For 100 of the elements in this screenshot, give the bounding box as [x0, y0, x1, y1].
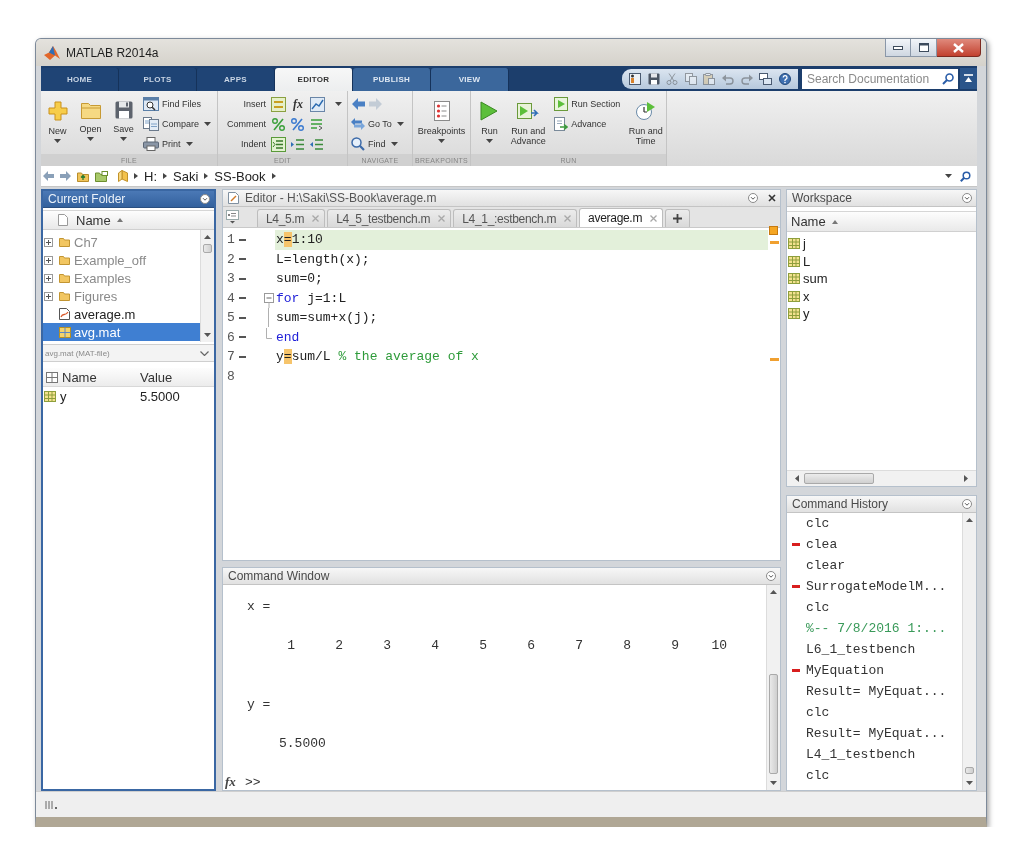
panel-menu-icon[interactable]: [962, 193, 972, 203]
scroll-up-icon[interactable]: [770, 590, 777, 594]
ribbon-tab[interactable]: PUBLISH: [353, 68, 431, 91]
advance-button[interactable]: Advance: [554, 114, 623, 134]
help-icon[interactable]: [778, 73, 791, 85]
up-folder-icon[interactable]: [77, 170, 89, 182]
collapse-ribbon-button[interactable]: [960, 68, 977, 89]
scroll-thumb[interactable]: [965, 767, 974, 774]
wrap-comments-icon[interactable]: [309, 116, 324, 132]
scrollbar[interactable]: [787, 470, 976, 486]
history-item[interactable]: L6_1_testbench: [787, 639, 962, 660]
open-button[interactable]: Open: [74, 91, 107, 141]
scroll-down-icon[interactable]: [770, 781, 777, 785]
history-item[interactable]: clc: [787, 513, 962, 534]
variable-item[interactable]: x: [787, 287, 976, 305]
section-insert-icon[interactable]: [271, 96, 286, 112]
column-label[interactable]: Value: [140, 369, 214, 385]
search-icon[interactable]: [960, 170, 971, 182]
switch-windows-icon[interactable]: [759, 73, 773, 85]
bars-icon[interactable]: [45, 800, 59, 809]
search-field[interactable]: Search Documentation: [802, 69, 958, 89]
search-icon[interactable]: [942, 73, 954, 85]
function-browser-symbol[interactable]: fx: [225, 774, 245, 791]
column-header[interactable]: Name: [787, 211, 976, 232]
file-item[interactable]: average.m: [43, 305, 200, 323]
ribbon-tab[interactable]: HOME: [41, 68, 119, 91]
find-button[interactable]: Find: [351, 134, 404, 154]
file-tab[interactable]: L4_1_:estbench.m: [453, 209, 578, 227]
run-button[interactable]: Run: [474, 91, 505, 143]
ribbon-tab[interactable]: APPS: [197, 68, 275, 91]
minimize-button[interactable]: [885, 39, 911, 57]
layout-icon[interactable]: [629, 73, 642, 85]
run-and-time-button[interactable]: Run and Time: [625, 91, 666, 146]
undo-icon[interactable]: [722, 73, 734, 85]
panel-menu-icon[interactable]: [962, 499, 972, 509]
scroll-thumb[interactable]: [769, 674, 778, 774]
ribbon-tab[interactable]: PLOTS: [119, 68, 197, 91]
history-item[interactable]: Result= MyEquat...: [787, 723, 962, 744]
history-item[interactable]: L4_1_testbench: [787, 744, 962, 765]
go-to-button[interactable]: Go To: [351, 114, 404, 134]
scroll-thumb[interactable]: [804, 473, 874, 484]
column-label[interactable]: Name: [58, 369, 140, 385]
address-bar[interactable]: H: Saki SS-Book: [41, 166, 977, 187]
history-item[interactable]: MyEquation: [787, 660, 962, 681]
percent-icon[interactable]: [290, 116, 305, 132]
history-item[interactable]: clc: [787, 597, 962, 618]
file-item[interactable]: Ch7: [43, 233, 200, 251]
variable-item[interactable]: sum: [787, 270, 976, 288]
scroll-down-icon[interactable]: [966, 781, 973, 785]
column-header[interactable]: Name: [43, 210, 214, 230]
ribbon-tab[interactable]: VIEW: [431, 68, 509, 91]
back-arrow-icon[interactable]: [352, 98, 365, 110]
find-files-button[interactable]: Find Files: [143, 94, 211, 114]
file-tab[interactable]: L4_5.m: [257, 209, 326, 227]
function-symbol[interactable]: fx: [290, 96, 306, 112]
save-button[interactable]: Save: [107, 91, 140, 141]
file-tab[interactable]: L4_5_testbench.m: [327, 209, 452, 227]
redo-icon[interactable]: [740, 73, 753, 85]
expand-icon[interactable]: [44, 291, 53, 301]
history-item[interactable]: clear: [787, 555, 962, 576]
command-prompt[interactable]: >>: [245, 772, 261, 792]
back-arrow-icon[interactable]: [43, 171, 54, 181]
scrollbar[interactable]: [766, 585, 780, 790]
save-icon[interactable]: [647, 73, 660, 85]
panel-menu-icon[interactable]: [766, 571, 776, 581]
compare-button[interactable]: Compare: [143, 114, 211, 134]
sort-arrow-icon[interactable]: [116, 218, 123, 222]
panel-menu-icon[interactable]: [200, 194, 210, 204]
history-item[interactable]: clea: [787, 534, 962, 555]
file-item[interactable]: avg.mat: [43, 323, 200, 341]
new-button[interactable]: New: [41, 91, 74, 143]
increase-indent-icon[interactable]: [290, 136, 305, 152]
cut-icon[interactable]: [666, 73, 679, 85]
chevron-down-icon[interactable]: [200, 350, 209, 356]
chart-icon[interactable]: [310, 96, 325, 112]
scroll-up-icon[interactable]: [204, 235, 211, 239]
scrollbar[interactable]: [200, 230, 214, 342]
tab-list-icon[interactable]: [226, 210, 239, 224]
expand-icon[interactable]: [44, 255, 53, 265]
close-button[interactable]: [937, 39, 981, 57]
close-icon[interactable]: [768, 194, 776, 202]
decrease-indent-icon[interactable]: [309, 136, 324, 152]
history-item[interactable]: %-- 7/8/2016 1:...: [787, 618, 962, 639]
history-item[interactable]: Result= MyEquat...: [787, 681, 962, 702]
new-tab-button[interactable]: [665, 209, 691, 227]
scroll-up-icon[interactable]: [966, 518, 973, 522]
history-item[interactable]: clc: [787, 702, 962, 723]
path-segment[interactable]: Saki: [173, 168, 199, 184]
history-item[interactable]: clc: [787, 765, 962, 786]
scroll-left-icon[interactable]: [795, 475, 799, 482]
expand-icon[interactable]: [44, 237, 53, 247]
forward-arrow-icon[interactable]: [60, 171, 71, 181]
panel-menu-icon[interactable]: [748, 193, 758, 203]
scroll-right-icon[interactable]: [964, 475, 968, 482]
history-item[interactable]: SurrogateModelM...: [787, 576, 962, 597]
run-section-button[interactable]: Run Section: [554, 94, 623, 114]
copy-icon[interactable]: [684, 73, 697, 85]
browse-folder-icon[interactable]: [95, 170, 108, 182]
variable-item[interactable]: L: [787, 252, 976, 270]
path-segment[interactable]: SS-Book: [214, 168, 266, 184]
